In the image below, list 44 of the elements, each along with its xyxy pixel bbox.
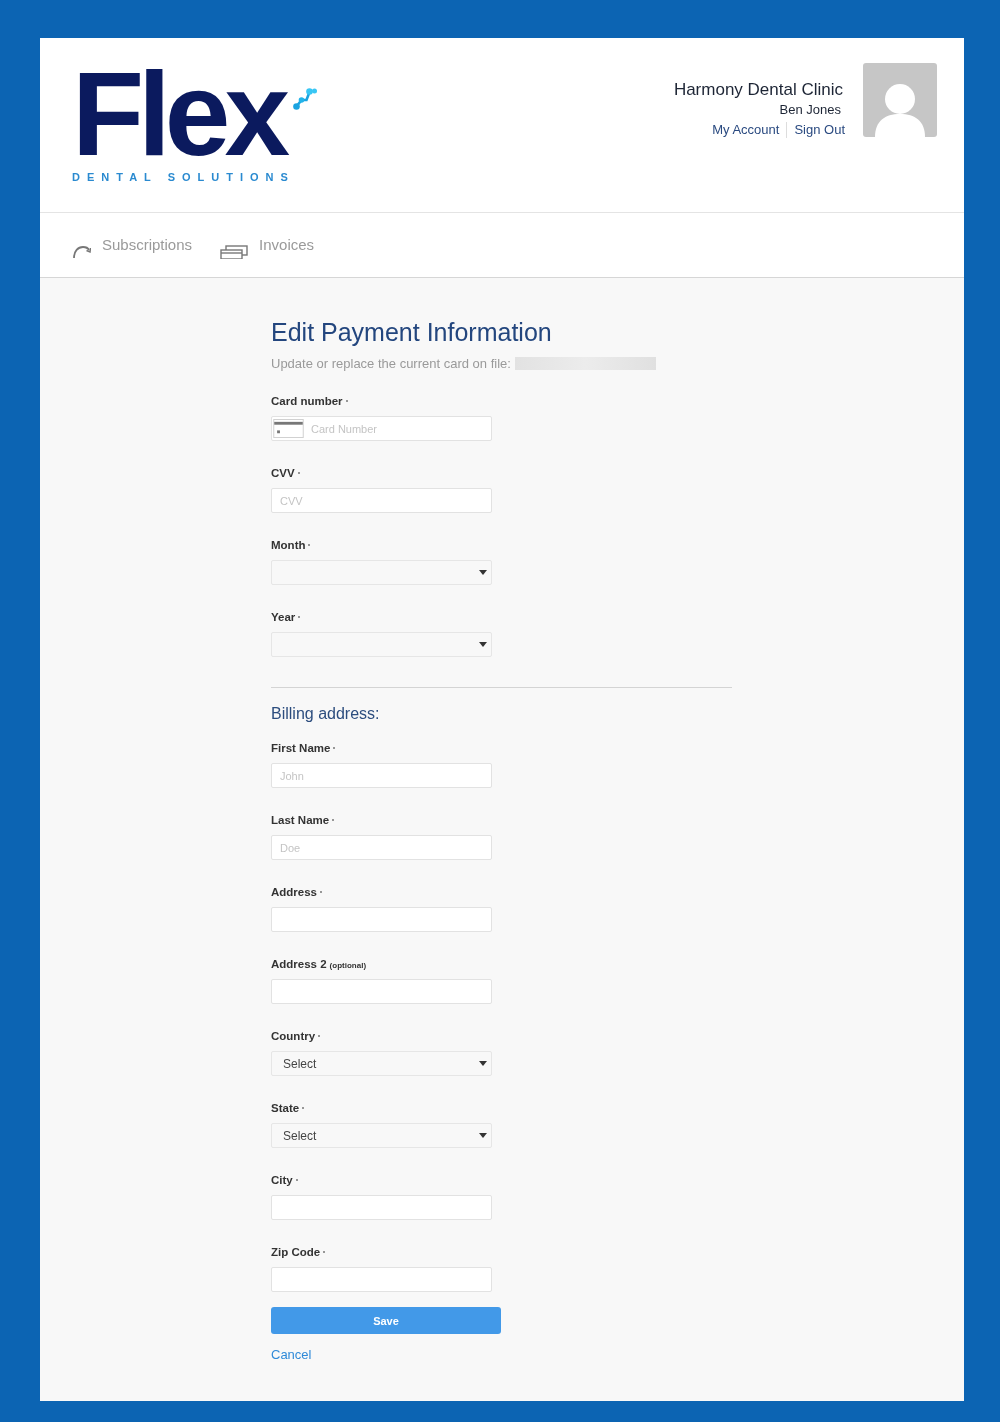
section-title: Billing address: (271, 704, 380, 724)
select-field[interactable]: Select (271, 1051, 492, 1076)
header-link[interactable]: My Account (712, 121, 780, 139)
user-name: Ben Jones (779, 101, 841, 119)
subtitle-text: Update or replace the current card on file: (271, 356, 511, 371)
input-field[interactable] (271, 1267, 492, 1292)
field-label: Address 2 (271, 957, 327, 972)
header-link[interactable]: Sign Out (794, 121, 845, 139)
cancel-link[interactable]: Cancel (271, 1347, 312, 1363)
credit-card-icon (273, 419, 304, 438)
logo-tagline: DENTAL SOLUTIONS (72, 170, 295, 184)
input-field[interactable] (271, 907, 492, 932)
field-label: State (271, 1101, 300, 1116)
caret-icon (479, 1061, 487, 1066)
input-field[interactable] (271, 979, 492, 1004)
input-field[interactable]: CVV (271, 488, 492, 513)
field-label: City (271, 1173, 293, 1188)
select-field[interactable] (271, 560, 492, 585)
card-number-field[interactable]: Card Number (271, 416, 492, 441)
field-label: Country (271, 1029, 316, 1044)
field-label: CVV (271, 466, 295, 481)
field-label: Address (271, 885, 318, 900)
page-title: Edit Payment Information (271, 317, 552, 347)
input-field[interactable]: John (271, 763, 492, 788)
caret-icon (479, 642, 487, 647)
refresh-icon (72, 244, 91, 259)
select-field[interactable] (271, 632, 492, 657)
field-label: Month (271, 538, 306, 553)
dots-icon (293, 88, 318, 110)
field-label: First Name (271, 741, 331, 756)
caret-icon (479, 1133, 487, 1138)
input-field[interactable] (271, 1195, 492, 1220)
logo-wordmark: Flex (72, 66, 286, 162)
avatar-icon (863, 63, 937, 137)
select-field[interactable]: Select (271, 1123, 492, 1148)
field-label: Zip Code (271, 1245, 321, 1260)
cards-icon (220, 244, 249, 259)
field-label: Card number (271, 394, 343, 409)
optional-note: (optional) (329, 960, 367, 972)
caret-icon (479, 570, 487, 575)
clinic-name: Harmony Dental Clinic (673, 79, 843, 101)
field-label: Last Name (271, 813, 330, 828)
input-field[interactable]: Doe (271, 835, 492, 860)
field-label: Year (271, 610, 296, 625)
